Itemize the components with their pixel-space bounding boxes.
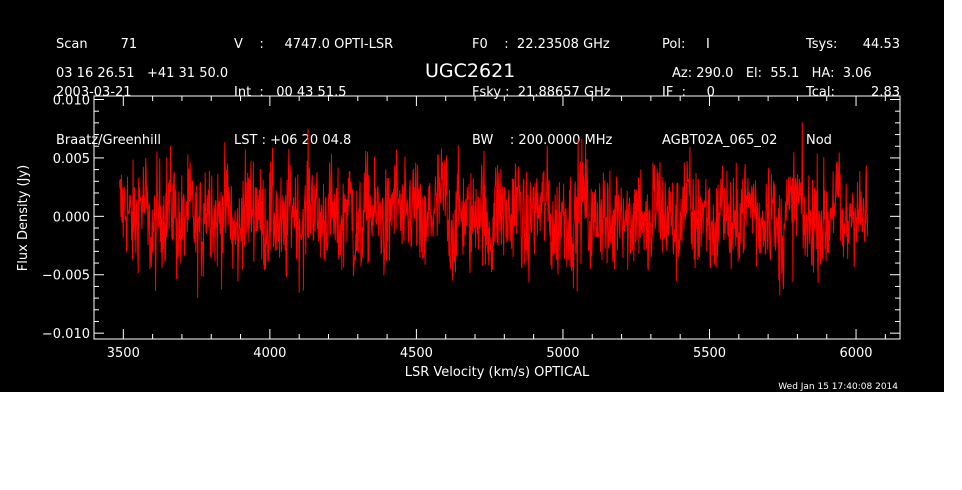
x-axis-label: LSR Velocity (km/s) OPTICAL: [405, 365, 590, 380]
x-tick-label: 4500: [400, 346, 433, 361]
y-tick-label: 0.000: [53, 210, 90, 225]
y-tick-label: −0.010: [42, 327, 90, 342]
y-tick-label: −0.005: [42, 269, 90, 284]
y-tick-label: 0.005: [53, 152, 90, 167]
x-tick-label: 3500: [107, 346, 140, 361]
y-tick-label: 0.010: [53, 94, 90, 109]
timestamp: Wed Jan 15 17:40:08 2014: [778, 382, 898, 392]
spectrum-chart: 3500 4000 4500 5000 5500 6000 −0.010 −0.005 0.00…: [16, 94, 901, 392]
spectrum-trace: [119, 122, 869, 298]
trace-layer: [119, 122, 869, 298]
y-axis-label: Flux Density (Jy): [16, 165, 31, 271]
plot-window: Scan 71 2003-03-21 Braatz/Greenhill V : …: [0, 0, 944, 392]
x-tick-label: 5000: [546, 346, 579, 361]
x-tick-label: 6000: [839, 346, 872, 361]
x-tick-label: 4000: [253, 346, 286, 361]
x-tick-label: 5500: [693, 346, 726, 361]
